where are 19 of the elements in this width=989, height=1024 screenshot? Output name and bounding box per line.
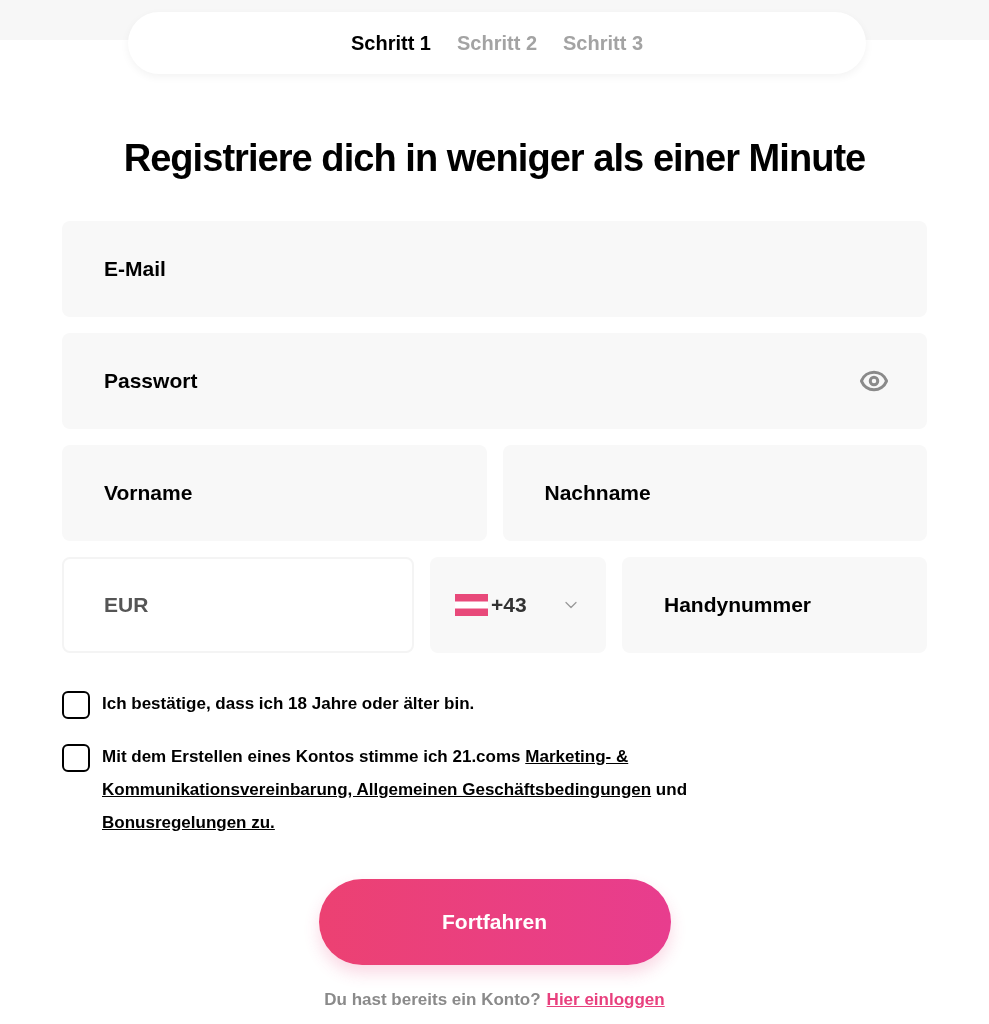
input-field[interactable]: Passwort xyxy=(62,333,927,429)
login-prompt: Du hast bereits ein Konto? xyxy=(324,989,541,1011)
flag-icon xyxy=(455,594,488,616)
checkbox[interactable] xyxy=(62,744,90,772)
checkbox[interactable] xyxy=(62,691,90,719)
terms-link[interactable]: Kommunikationsvereinbarung, Allgemeinen Geschäftsbedingungen xyxy=(102,780,652,799)
terms-link[interactable]: Marketing- & xyxy=(525,747,629,766)
input-field[interactable]: Handynummer xyxy=(622,557,927,653)
terms-link[interactable]: Bonusregelungen zu. xyxy=(102,813,275,832)
input-field[interactable]: E-Mail xyxy=(62,221,927,317)
continue-button[interactable]: Fortfahren xyxy=(318,879,671,965)
consent-text: Mit dem Erstellen eines Kontos stimme ich 21.coms Marketing- & Kommunikationsvereinbarung, Allgemeinen Geschäftsbedingungen und Bonusregelungen zu. xyxy=(102,746,688,834)
step-tab[interactable]: Schritt 1 xyxy=(350,28,431,58)
consent-text: Ich bestätige, dass ich 18 Jahre oder älter bin. xyxy=(102,693,475,715)
page-heading: Registriere dich in weniger als einer Minute xyxy=(122,136,867,181)
login-link[interactable]: Hier einloggen xyxy=(546,987,665,1013)
input-field[interactable]: Vorname xyxy=(62,445,487,541)
input-field[interactable]: Nachname xyxy=(502,445,927,541)
country-code-select[interactable]: +43 xyxy=(430,557,606,653)
